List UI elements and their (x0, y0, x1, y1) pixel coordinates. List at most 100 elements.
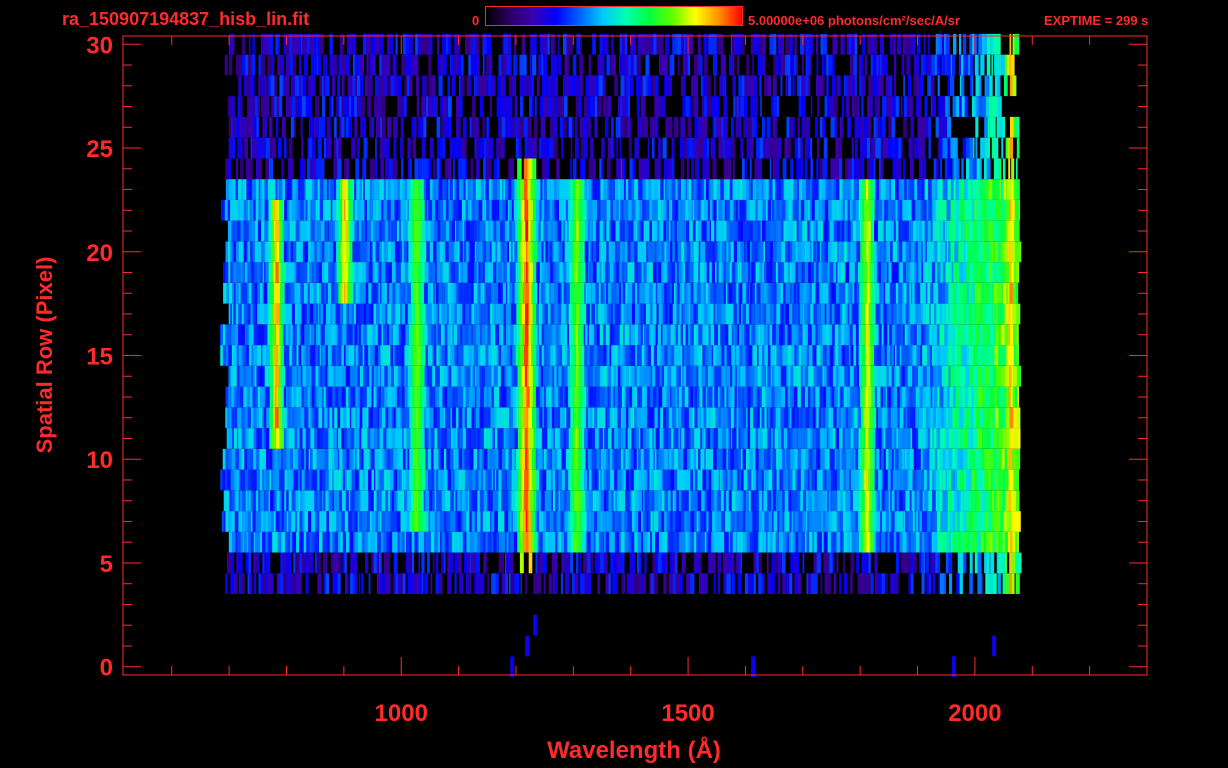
heatmap-cell (609, 531, 614, 553)
heatmap-cell (588, 490, 593, 512)
heatmap-cell (466, 365, 471, 387)
heatmap-cell (974, 552, 978, 574)
heatmap-cell (554, 303, 557, 325)
heatmap-cell (888, 262, 892, 283)
heatmap-cell (300, 407, 305, 429)
heatmap-cell (533, 324, 536, 346)
heatmap-cell (527, 428, 530, 449)
heatmap-cell (352, 573, 356, 594)
heatmap-cell (862, 345, 866, 366)
heatmap-cell (618, 428, 622, 449)
heatmap-cell (346, 428, 351, 449)
heatmap-cell (457, 511, 461, 532)
heatmap-cell (338, 531, 341, 553)
heatmap-cell (280, 552, 283, 574)
heatmap-cell (416, 262, 419, 283)
heatmap-cell (914, 552, 917, 574)
heatmap-cell (1003, 345, 1007, 366)
heatmap-cell (322, 552, 326, 574)
heatmap-cell (891, 490, 894, 512)
heatmap-cell (436, 511, 441, 532)
heatmap-cell (773, 282, 777, 304)
heatmap-cell (855, 511, 859, 532)
heatmap-cell (832, 552, 835, 574)
heatmap-cell (953, 262, 958, 283)
heatmap-cell (772, 365, 775, 387)
heatmap-cell (311, 511, 316, 532)
heatmap-cell (307, 490, 312, 512)
heatmap-cell (238, 428, 242, 449)
heatmap-cell (334, 490, 337, 512)
heatmap-cell (351, 448, 354, 470)
heatmap-cell (855, 490, 860, 512)
heatmap-cell (540, 552, 543, 574)
heatmap-cell (452, 511, 456, 532)
heatmap-cell (629, 386, 633, 408)
heatmap-cell (708, 324, 711, 346)
heatmap-cell (265, 531, 269, 553)
heatmap-row (220, 345, 1019, 366)
heatmap-cell (961, 490, 964, 512)
heatmap-cell (528, 282, 532, 304)
heatmap-cell (248, 552, 252, 574)
heatmap-cell (856, 469, 860, 491)
heatmap-cell (302, 365, 307, 387)
heatmap-cell (340, 407, 344, 429)
heatmap-cell (292, 324, 296, 346)
heatmap-cell (533, 407, 537, 429)
heatmap-cell (683, 448, 688, 470)
heatmap-cell (870, 365, 874, 387)
heatmap-cell (773, 407, 777, 429)
heatmap-cell (975, 407, 978, 429)
heatmap-cell (630, 407, 635, 429)
heatmap-cell (577, 469, 581, 491)
heatmap-cell (518, 469, 522, 491)
heatmap-cell (945, 531, 948, 553)
heatmap-cell (740, 428, 745, 449)
heatmap-cell (538, 531, 543, 553)
heatmap-cell (892, 469, 897, 491)
heatmap-cell (678, 386, 683, 408)
heatmap-cell (412, 428, 417, 449)
heatmap-cell (640, 324, 643, 346)
heatmap-cell (579, 573, 583, 594)
heatmap-cell (328, 262, 333, 283)
heatmap-cell (993, 282, 998, 304)
heatmap-cell (321, 469, 326, 491)
heatmap-cell (773, 573, 775, 594)
heatmap-cell (253, 407, 257, 429)
heatmap-cell (774, 345, 777, 366)
heatmap-cell (1001, 324, 1005, 346)
heatmap-cell (1015, 345, 1019, 366)
heatmap-cell (672, 365, 677, 387)
heatmap-cell (465, 428, 470, 449)
heatmap-cell (687, 469, 689, 491)
heatmap-cell (572, 365, 577, 387)
heatmap-cell (515, 490, 519, 512)
heatmap-cell (362, 511, 365, 532)
heatmap-cell (297, 407, 301, 429)
heatmap-cell (936, 407, 939, 429)
heatmap-cell (878, 469, 881, 491)
heatmap-cell (375, 324, 378, 346)
heatmap-cell (282, 469, 285, 491)
heatmap-cell (713, 407, 716, 429)
heatmap-cell (717, 573, 720, 594)
heatmap-cell (439, 241, 444, 263)
heatmap-cell (782, 552, 786, 574)
heatmap-cell (561, 282, 564, 304)
heatmap-cell (329, 241, 334, 263)
heatmap-cell (706, 490, 711, 512)
heatmap-cell (686, 241, 691, 263)
heatmap-cell (966, 469, 969, 491)
heatmap-cell (297, 552, 300, 574)
heatmap-cell (655, 428, 660, 449)
heatmap-cell (580, 365, 583, 387)
heatmap-cell (431, 262, 436, 283)
heatmap-cell (530, 365, 534, 387)
heatmap-cell (684, 345, 687, 366)
heatmap-cell (595, 365, 598, 387)
heatmap-cell (774, 552, 779, 574)
heatmap-cell (721, 428, 726, 449)
heatmap-cell (767, 386, 772, 408)
